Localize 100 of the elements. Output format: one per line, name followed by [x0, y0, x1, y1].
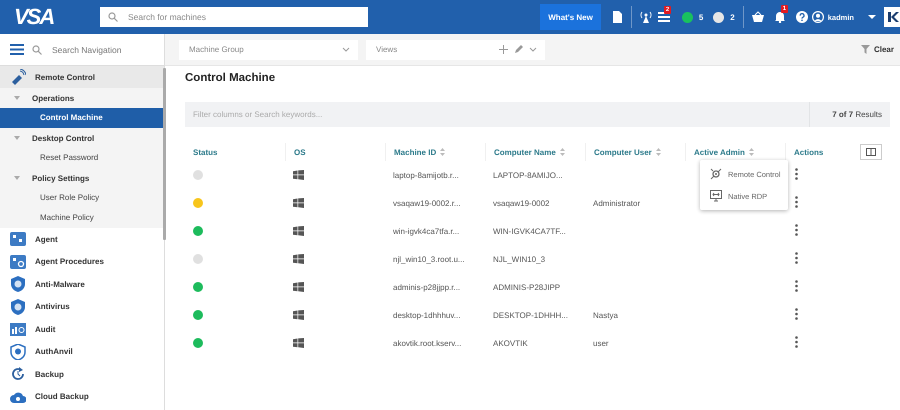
sidebar-module-item[interactable]: Antivirus	[0, 296, 164, 318]
column-header[interactable]: Actions	[794, 148, 824, 156]
column-header[interactable]: Status	[193, 148, 218, 156]
chevron-down-icon	[342, 46, 350, 52]
table-cell: AKOVTIK	[493, 338, 528, 348]
clear-filter-button[interactable]: Clear	[854, 44, 900, 55]
menu-icon[interactable]	[10, 44, 24, 55]
search-icon	[32, 44, 42, 54]
pencil-icon	[514, 45, 523, 54]
page-title: Control Machine	[185, 71, 276, 86]
more-options-icon[interactable]	[793, 336, 800, 350]
module-label: Agent	[35, 234, 58, 244]
antenna-icon[interactable]	[640, 11, 652, 23]
sidebar-module-item[interactable]: Agent	[0, 228, 164, 250]
machine-group-dropdown[interactable]: Machine Group	[179, 40, 358, 60]
table-cell: NJL_WIN10_3	[493, 254, 546, 264]
chart-magnifier-icon	[10, 321, 26, 338]
column-header[interactable]: Computer User	[594, 148, 652, 156]
sidebar-module-item[interactable]: Audit	[0, 318, 164, 340]
machine-group-input[interactable]: Machine Group	[187, 44, 301, 55]
sidebar-page-item[interactable]: Reset Password	[0, 148, 164, 168]
offline-count: 2	[730, 12, 735, 22]
sort-icon	[560, 148, 565, 156]
more-options-icon[interactable]	[793, 252, 800, 266]
windows-icon	[293, 254, 304, 264]
column-toggle-button[interactable]	[860, 144, 882, 160]
scrollbar-thumb[interactable]	[163, 68, 166, 240]
filter-icon	[860, 45, 870, 54]
windows-icon	[293, 338, 304, 348]
columns-icon	[866, 148, 876, 156]
sidebar-module-item[interactable]: Cloud Backup	[0, 386, 164, 408]
table-cell: WIN-IGVK4CA7TF...	[493, 226, 566, 236]
table-cell: Nastya	[593, 310, 618, 320]
chevron-down-icon	[529, 46, 537, 52]
sidebar-page-item[interactable]: Control Machine	[0, 108, 164, 128]
module-label: Anti-Malware	[35, 280, 85, 289]
windows-icon	[293, 226, 304, 236]
views-dropdown[interactable]: Views	[366, 40, 545, 60]
sort-icon	[748, 148, 754, 156]
shield-icon	[10, 298, 26, 315]
monitor-icon	[710, 190, 722, 202]
windows-icon	[293, 170, 304, 180]
sidebar-page-item[interactable]: User Role Policy	[0, 188, 164, 208]
column-header[interactable]: Active Admin	[694, 148, 745, 156]
table-cell: njl_win10_3.root.u...	[393, 254, 465, 264]
plus-icon	[499, 45, 508, 54]
machine-search-input[interactable]: Search for machines	[126, 11, 350, 23]
table-cell: akovtik.root.kserv...	[393, 338, 462, 348]
sidebar-folder-item[interactable]: Operations	[32, 94, 74, 102]
shield-icon	[10, 344, 26, 360]
vsa-logo[interactable]: VSA	[14, 4, 84, 30]
table-cell: LAPTOP-8AMIJO...	[493, 170, 563, 180]
more-options-icon[interactable]	[793, 308, 800, 322]
shield-icon	[10, 276, 26, 292]
sort-icon	[440, 148, 446, 156]
filter-bar[interactable]: Filter columns or Search keywords... 7 of 7 Results	[185, 102, 890, 127]
basket-icon[interactable]	[752, 11, 764, 23]
filter-field[interactable]: Filter columns or Search keywords...	[185, 102, 810, 127]
module-label: Agent Procedures	[35, 257, 104, 266]
module-label: Antivirus	[35, 302, 70, 312]
bell-icon[interactable]	[774, 11, 786, 23]
column-header[interactable]: Computer Name	[494, 148, 556, 156]
windows-icon	[293, 198, 304, 208]
help-icon[interactable]	[796, 11, 808, 23]
remote-icon	[10, 69, 26, 85]
more-options-icon[interactable]	[793, 168, 800, 182]
sidebar-module-item[interactable]: AuthAnvil	[0, 340, 164, 363]
offline-status-dot	[713, 12, 724, 22]
remote-target-icon	[710, 168, 722, 180]
sidebar-folder-item[interactable]: Policy Settings	[32, 174, 90, 182]
column-header[interactable]: OS	[294, 148, 306, 156]
table-cell: ADMINIS-P28JIPP	[493, 282, 560, 292]
table-cell: win-igvk4ca7tfa.r...	[393, 226, 460, 236]
column-header[interactable]: Machine ID	[394, 148, 436, 156]
module-label: Remote Control	[35, 72, 95, 82]
sidebar-module-item[interactable]: Backup	[0, 363, 164, 386]
sidebar-page-item[interactable]: Machine Policy	[0, 208, 164, 228]
sidebar-module-item[interactable]: Agent Procedures	[0, 250, 164, 273]
user-icon[interactable]	[812, 11, 824, 23]
document-icon[interactable]	[610, 11, 623, 23]
more-options-icon[interactable]	[793, 196, 800, 210]
whats-new-button[interactable]: What's New	[540, 4, 601, 30]
online-count: 5	[698, 12, 704, 22]
more-options-icon[interactable]	[793, 280, 800, 294]
views-input[interactable]: Views	[374, 44, 488, 55]
sort-icon	[656, 148, 661, 156]
table-cell: user	[593, 338, 609, 348]
table-cell: vsaqaw19-0002.r...	[393, 198, 461, 208]
grid-icon	[10, 231, 26, 248]
sidebar-folder-item[interactable]: Desktop Control	[32, 134, 94, 142]
company-logo-icon	[884, 7, 900, 27]
search-icon	[108, 12, 118, 22]
windows-icon	[293, 282, 304, 292]
sidebar-module-item[interactable]: Remote Control	[0, 66, 164, 88]
table-cell: laptop-8amijotb.r...	[393, 170, 459, 180]
sidebar-module-item[interactable]: Anti-Malware	[0, 273, 164, 296]
online-status-dot	[682, 12, 693, 22]
machine-search-field[interactable]: Search for machines	[100, 7, 368, 27]
windows-icon	[293, 310, 304, 320]
more-options-icon[interactable]	[793, 224, 800, 238]
